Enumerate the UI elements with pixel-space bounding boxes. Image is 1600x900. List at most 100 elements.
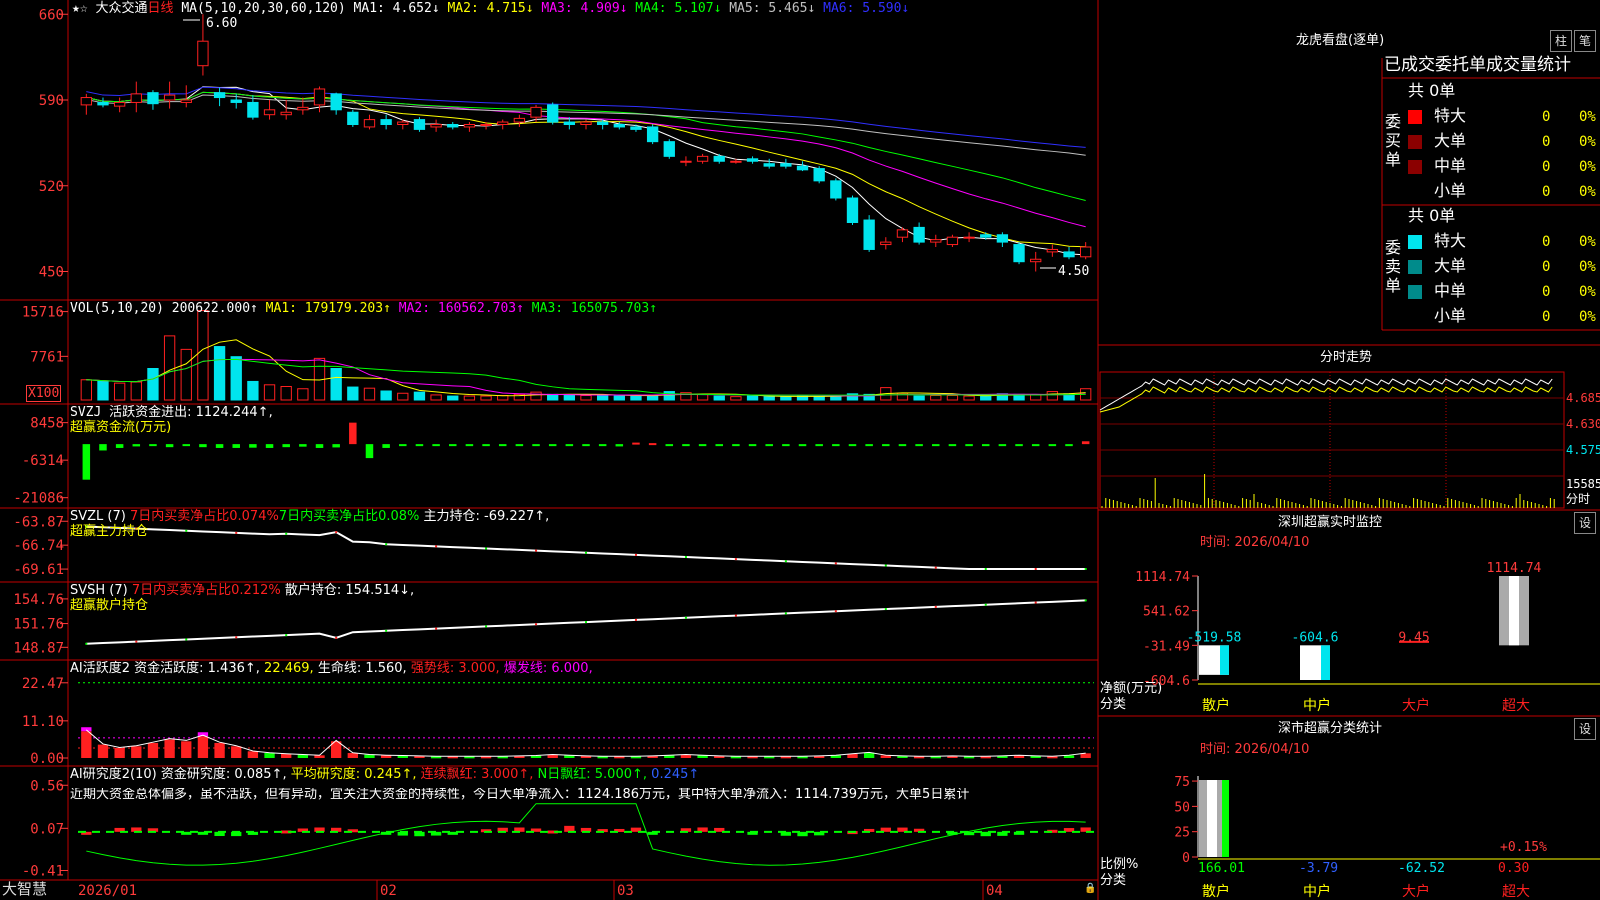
- sz-monitor-settings-button[interactable]: 设: [1574, 512, 1596, 534]
- flow-bar: [182, 444, 191, 447]
- tick-mode-button[interactable]: 笔: [1574, 30, 1596, 52]
- svsh-dot: [185, 638, 188, 641]
- terminal-canvas[interactable]: 660 590 520 450 15716 7761 8458 -6314 -21086 -…: [0, 0, 1600, 900]
- period-label[interactable]: 日线: [148, 1, 174, 16]
- volume-bar: [347, 386, 359, 401]
- candle: [547, 104, 559, 123]
- sz-value-label: -604.6: [1292, 630, 1339, 645]
- lock-icon[interactable]: 🔒: [1084, 884, 1096, 894]
- flow-bar: [315, 444, 324, 448]
- svsh-dot: [1084, 599, 1087, 602]
- svsh-chart[interactable]: 154.76 151.76 148.87: [13, 592, 1087, 656]
- sz-stats-axis-title: 比例%: [1100, 857, 1139, 872]
- svsh-dot: [585, 621, 587, 624]
- candle: [980, 234, 992, 238]
- flow-bar: [1031, 444, 1040, 447]
- lhb-row-sell-4[interactable]: 小单 0 0%: [1408, 306, 1598, 326]
- flow-bar: [1048, 444, 1057, 447]
- sz-stats-settings-button[interactable]: 设: [1574, 718, 1596, 740]
- volume-bar: [80, 379, 92, 401]
- flow-bar: [99, 444, 107, 451]
- stats-bar-highlight: [1207, 780, 1217, 857]
- volume-bar: [480, 395, 492, 401]
- lhb-row-buy-1[interactable]: 特大 0 0%: [1408, 106, 1598, 126]
- candle: [347, 111, 359, 125]
- lhb-row-sell-1[interactable]: 特大 0 0%: [1408, 231, 1598, 251]
- svzj-axis-label: -6314: [22, 453, 64, 469]
- candle: [713, 155, 725, 162]
- flow-bar: [399, 444, 407, 447]
- date-axis-label: 2026/01: [78, 883, 138, 899]
- activity-axis-label: 0.00: [30, 751, 64, 767]
- lhb-row-buy-2[interactable]: 大单 0 0%: [1408, 131, 1598, 151]
- volume-bar: [663, 391, 675, 401]
- volume-bar: [113, 382, 126, 401]
- security-name[interactable]: 大众交通: [95, 1, 147, 16]
- svzj-subtitle: 超赢资金流(万元): [70, 420, 172, 435]
- ma-params: MA(5,10,20,30,60,120): [181, 1, 346, 16]
- vol-ma-value-1: MA1: 179179.203↑: [257, 301, 391, 316]
- candle: [463, 124, 476, 128]
- flow-bar: [648, 443, 657, 446]
- flow-bar: [882, 444, 890, 447]
- date-axis-label: 02: [380, 883, 397, 899]
- ai-activity-chart[interactable]: 22.47 11.10 0.00: [22, 676, 1094, 767]
- lhb-row-buy-3[interactable]: 中单 0 0%: [1408, 156, 1598, 176]
- flow-bar: [332, 444, 340, 448]
- color-swatch: [1408, 260, 1422, 274]
- activity-bar: [247, 751, 259, 758]
- order-percent: 0%: [1579, 159, 1596, 175]
- color-swatch: [1408, 110, 1422, 124]
- intraday-chart[interactable]: [1099, 371, 1565, 509]
- flow-bar: [615, 444, 624, 447]
- volume-chart[interactable]: 15716 7761: [22, 305, 1092, 401]
- volume-bar: [580, 395, 592, 401]
- flow-bar: [948, 444, 957, 447]
- sz-monitor-chart[interactable]: 1114.74541.62-31.49-604.6-519.58散户-604.6…: [1135, 561, 1600, 714]
- svsh-dot: [884, 608, 887, 611]
- sz-category-label: 大户: [1402, 697, 1430, 714]
- candle: [447, 124, 459, 128]
- stats-category-label: 超大: [1502, 884, 1530, 900]
- flow-bar: [1081, 441, 1090, 445]
- svzl-dot: [185, 529, 188, 532]
- svzj-chart[interactable]: 8458 -6314 -21086: [13, 416, 1090, 507]
- y-axis-ticks: [60, 13, 68, 871]
- volume-bar: [213, 346, 226, 401]
- order-percent: 0%: [1579, 309, 1596, 325]
- flow-bar: [765, 444, 773, 447]
- flow-bar: [1065, 444, 1073, 447]
- candle: [846, 197, 859, 223]
- svzl-subtitle: 超赢主力持仓: [70, 524, 149, 539]
- volume-bar: [746, 395, 759, 401]
- activity-bar: [231, 746, 242, 758]
- order-count: 0: [1542, 259, 1551, 275]
- svsh-dot: [1034, 601, 1037, 604]
- flow-bar: [715, 444, 723, 447]
- stats-value-label: 166.01: [1198, 861, 1245, 876]
- stats-category-label: 大户: [1402, 883, 1430, 900]
- candle: [430, 124, 442, 128]
- activity-bar: [81, 731, 92, 758]
- svsh-dot: [485, 625, 488, 628]
- order-size-label: 大单: [1434, 256, 1467, 275]
- order-count: 0: [1542, 309, 1551, 325]
- lhb-row-sell-3[interactable]: 中单 0 0%: [1408, 281, 1598, 301]
- candle: [696, 155, 709, 162]
- candle: [996, 234, 1009, 243]
- order-size-label: 中单: [1434, 281, 1467, 300]
- sz-stats-chart[interactable]: 75 50 25 0 166.01 散户 -3.79 中户 -62.52 大户 0.30 超大: [1174, 775, 1600, 900]
- svzl-axis-label: -63.87: [13, 514, 64, 530]
- sz-axis-label: -31.49: [1143, 639, 1190, 654]
- sz-category-label: 散户: [1202, 697, 1230, 714]
- stats-bar-edge: [1222, 780, 1229, 857]
- lhb-row-buy-4[interactable]: 小单 0 0%: [1408, 181, 1598, 201]
- bar-mode-button[interactable]: 柱: [1550, 30, 1572, 52]
- order-size-label: 大单: [1434, 131, 1467, 150]
- candle: [330, 93, 342, 111]
- lhb-row-sell-2[interactable]: 大单 0 0%: [1408, 256, 1598, 276]
- candle: [263, 109, 276, 116]
- svzj-axis-label: -21086: [13, 491, 64, 507]
- volume-bar: [813, 396, 825, 401]
- order-size-label: 特大: [1434, 231, 1467, 250]
